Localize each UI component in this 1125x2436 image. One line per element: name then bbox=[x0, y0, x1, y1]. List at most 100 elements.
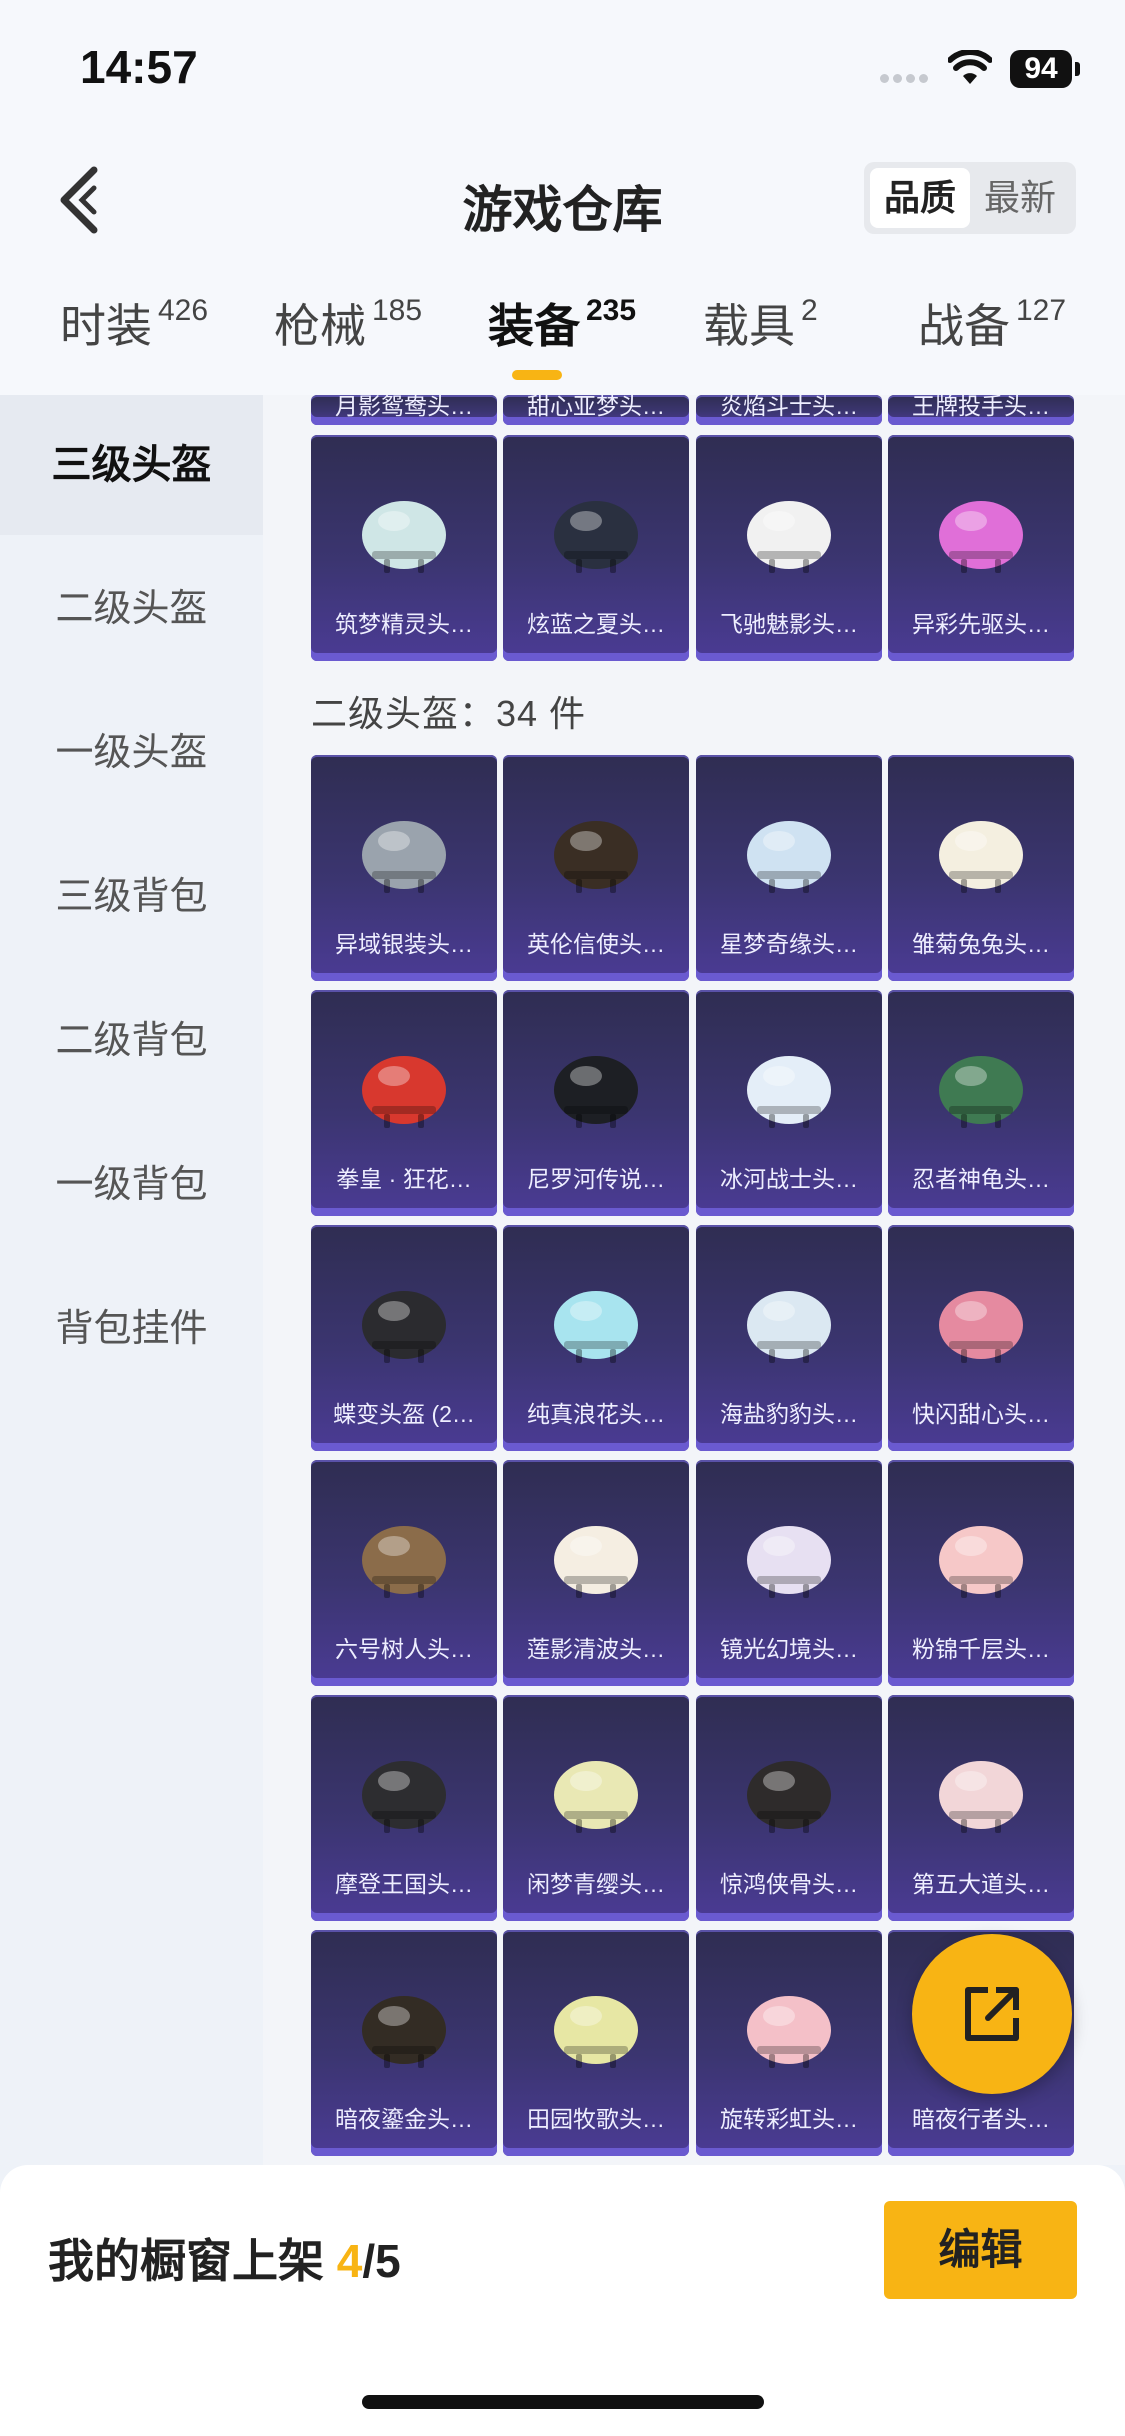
item-name: 纯真浪花头… bbox=[527, 1401, 665, 1427]
battery-indicator: 94 bbox=[1010, 50, 1080, 88]
sidebar-item-level2-helmet[interactable]: 二级头盔 bbox=[0, 539, 263, 679]
item-card[interactable]: 雏菊兔兔头… bbox=[888, 755, 1074, 981]
tab-weapons[interactable]: 枪械 185 bbox=[274, 290, 422, 356]
item-card[interactable]: 拳皇 · 狂花… bbox=[311, 990, 497, 1216]
item-card[interactable]: 忍者神龟头… bbox=[888, 990, 1074, 1216]
sidebar-item-level2-backpack[interactable]: 二级背包 bbox=[0, 971, 263, 1111]
tab-supplies[interactable]: 战备 127 bbox=[918, 290, 1066, 356]
active-tab-indicator bbox=[512, 370, 562, 380]
item-card[interactable]: 筑梦精灵头… bbox=[311, 435, 497, 661]
item-card[interactable]: 月影鸳鸯头… bbox=[311, 395, 497, 425]
share-button[interactable] bbox=[912, 1934, 1072, 2094]
share-icon bbox=[965, 1987, 1019, 2041]
item-card[interactable]: 炎焰斗士头… bbox=[696, 395, 882, 425]
item-name: 英伦信使头… bbox=[527, 931, 665, 957]
sidebar: 三级头盔 二级头盔 一级头盔 三级背包 二级背包 一级背包 背包挂件 bbox=[0, 395, 263, 2165]
helmet-icon bbox=[747, 821, 831, 893]
item-card[interactable]: 摩登王国头… bbox=[311, 1695, 497, 1921]
helmet-icon bbox=[939, 1056, 1023, 1128]
item-card[interactable]: 旋转彩虹头… bbox=[696, 1930, 882, 2156]
item-name: 王牌投手头… bbox=[912, 395, 1050, 419]
edit-button[interactable]: 编辑 bbox=[884, 2201, 1077, 2299]
item-card[interactable]: 闲梦青缨头… bbox=[503, 1695, 689, 1921]
sidebar-item-level3-helmet[interactable]: 三级头盔 bbox=[0, 395, 263, 535]
item-card[interactable]: 甜心亚梦头… bbox=[503, 395, 689, 425]
sidebar-item-level1-backpack[interactable]: 一级背包 bbox=[0, 1115, 263, 1255]
item-card[interactable]: 暗夜鎏金头… bbox=[311, 1930, 497, 2156]
helmet-icon bbox=[362, 1996, 446, 2068]
helmet-icon bbox=[362, 1056, 446, 1128]
helmet-icon bbox=[362, 1526, 446, 1598]
item-name: 筑梦精灵头… bbox=[335, 611, 473, 637]
item-name: 拳皇 · 狂花… bbox=[336, 1166, 472, 1192]
item-card[interactable]: 莲影清波头… bbox=[503, 1460, 689, 1686]
item-name: 莲影清波头… bbox=[527, 1636, 665, 1662]
helmet-icon bbox=[939, 501, 1023, 573]
helmet-icon bbox=[554, 821, 638, 893]
item-name: 星梦奇缘头… bbox=[720, 931, 858, 957]
item-name: 旋转彩虹头… bbox=[720, 2106, 858, 2132]
item-card[interactable]: 星梦奇缘头… bbox=[696, 755, 882, 981]
item-name: 蝶变头盔 (2… bbox=[333, 1401, 475, 1427]
item-card[interactable]: 惊鸿侠骨头… bbox=[696, 1695, 882, 1921]
item-name: 第五大道头… bbox=[912, 1871, 1050, 1897]
item-name: 雏菊兔兔头… bbox=[912, 931, 1050, 957]
sort-newest-button[interactable]: 最新 bbox=[970, 168, 1070, 228]
helmet-icon bbox=[939, 1291, 1023, 1363]
tab-fashion[interactable]: 时装 426 bbox=[60, 290, 208, 356]
helmet-icon bbox=[939, 821, 1023, 893]
item-card[interactable]: 田园牧歌头… bbox=[503, 1930, 689, 2156]
sort-quality-button[interactable]: 品质 bbox=[870, 168, 970, 228]
item-name: 海盐豹豹头… bbox=[720, 1401, 858, 1427]
item-name: 暗夜行者头… bbox=[912, 2106, 1050, 2132]
item-name: 忍者神龟头… bbox=[912, 1166, 1050, 1192]
item-name: 粉锦千层头… bbox=[912, 1636, 1050, 1662]
showcase-status: 我的橱窗上架 4/5 bbox=[48, 2235, 401, 2287]
home-indicator bbox=[362, 2395, 764, 2409]
tab-vehicles[interactable]: 载具 2 bbox=[703, 290, 818, 356]
item-card[interactable]: 第五大道头… bbox=[888, 1695, 1074, 1921]
helmet-icon bbox=[362, 821, 446, 893]
item-card[interactable]: 异域银装头… bbox=[311, 755, 497, 981]
item-name: 田园牧歌头… bbox=[527, 2106, 665, 2132]
item-card[interactable]: 六号树人头… bbox=[311, 1460, 497, 1686]
item-name: 暗夜鎏金头… bbox=[335, 2106, 473, 2132]
helmet-icon bbox=[747, 1056, 831, 1128]
item-card[interactable]: 王牌投手头… bbox=[888, 395, 1074, 425]
helmet-icon bbox=[362, 1291, 446, 1363]
sidebar-item-backpack-charm[interactable]: 背包挂件 bbox=[0, 1259, 263, 1399]
item-name: 炎焰斗士头… bbox=[720, 395, 858, 419]
item-card[interactable]: 快闪甜心头… bbox=[888, 1225, 1074, 1451]
helmet-icon bbox=[747, 1526, 831, 1598]
item-card[interactable]: 英伦信使头… bbox=[503, 755, 689, 981]
helmet-icon bbox=[554, 1056, 638, 1128]
item-name: 闲梦青缨头… bbox=[527, 1871, 665, 1897]
item-card[interactable]: 海盐豹豹头… bbox=[696, 1225, 882, 1451]
item-card[interactable]: 冰河战士头… bbox=[696, 990, 882, 1216]
sort-toggle: 品质 最新 bbox=[864, 162, 1076, 234]
signal-icon bbox=[880, 70, 932, 83]
showcase-count: 4 bbox=[336, 2235, 363, 2287]
item-card[interactable]: 炫蓝之夏头… bbox=[503, 435, 689, 661]
item-card[interactable]: 镜光幻境头… bbox=[696, 1460, 882, 1686]
helmet-icon bbox=[554, 501, 638, 573]
item-grid-area: 月影鸳鸯头… 甜心亚梦头… 炎焰斗士头… 王牌投手头… 筑梦精灵头… 炫蓝之夏头… 飞驰魅影… bbox=[263, 395, 1125, 2165]
header: 游戏仓库 品质 最新 时装 426 枪械 185 装备 235 载具 2 战备 127 bbox=[0, 130, 1125, 395]
item-name: 冰河战士头… bbox=[720, 1166, 858, 1192]
sidebar-item-level3-backpack[interactable]: 三级背包 bbox=[0, 827, 263, 967]
section-title-level2: 二级头盔：34 件 bbox=[311, 693, 587, 734]
sidebar-item-level1-helmet[interactable]: 一级头盔 bbox=[0, 683, 263, 823]
category-tabs: 时装 426 枪械 185 装备 235 载具 2 战备 127 bbox=[0, 290, 1125, 390]
item-card[interactable]: 飞驰魅影头… bbox=[696, 435, 882, 661]
item-card[interactable]: 纯真浪花头… bbox=[503, 1225, 689, 1451]
tab-equipment[interactable]: 装备 235 bbox=[488, 290, 636, 356]
item-card[interactable]: 粉锦千层头… bbox=[888, 1460, 1074, 1686]
item-card[interactable]: 异彩先驱头… bbox=[888, 435, 1074, 661]
item-card[interactable]: 蝶变头盔 (2… bbox=[311, 1225, 497, 1451]
helmet-icon bbox=[939, 1761, 1023, 1833]
item-card[interactable]: 尼罗河传说… bbox=[503, 990, 689, 1216]
item-name: 异彩先驱头… bbox=[912, 611, 1050, 637]
helmet-icon bbox=[747, 501, 831, 573]
helmet-icon bbox=[554, 1526, 638, 1598]
helmet-icon bbox=[747, 1291, 831, 1363]
